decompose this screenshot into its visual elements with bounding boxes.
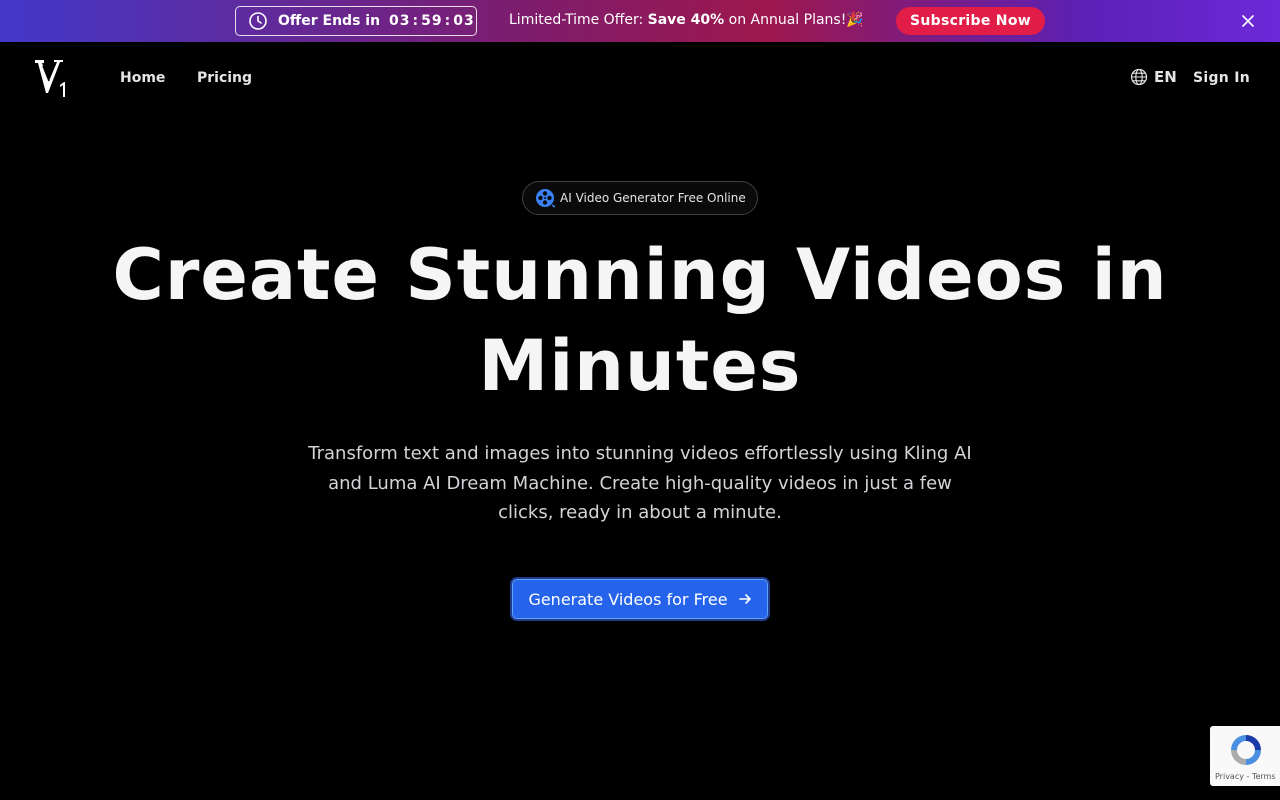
hero-title: Create Stunning Videos in Minutes [60, 230, 1220, 412]
clock-icon [248, 11, 268, 31]
offer-label: Offer Ends in [278, 13, 381, 29]
countdown-timer: 03 : 59 : 03 [389, 13, 475, 29]
subscribe-button[interactable]: Subscribe Now [896, 7, 1045, 35]
timer-seconds: 03 [453, 13, 475, 29]
promo-prefix: Limited-Time Offer: [509, 12, 648, 28]
generate-videos-button[interactable]: Generate Videos for Free [510, 577, 770, 621]
promo-discount: Save 40% [647, 12, 725, 28]
recaptcha-badge[interactable]: Privacy - Terms [1210, 726, 1280, 786]
language-label: EN [1154, 68, 1177, 86]
nav-home[interactable]: Home [120, 70, 165, 86]
recaptcha-icon [1228, 732, 1264, 768]
promo-banner: Offer Ends in 03 : 59 : 03 Limited-Time … [0, 0, 1280, 42]
arrow-right-icon [738, 592, 752, 606]
nav-pricing[interactable]: Pricing [197, 70, 252, 86]
timer-hours: 03 [389, 13, 411, 29]
hero-title-line2: Minutes [478, 325, 802, 407]
timer-separator: : [444, 13, 452, 29]
badge-text: AI Video Generator Free Online [560, 191, 746, 205]
promo-text: Limited-Time Offer: Save 40% on Annual P… [509, 12, 864, 28]
recaptcha-privacy-link[interactable]: Privacy [1215, 772, 1244, 781]
recaptcha-terms-link[interactable]: Terms [1252, 772, 1276, 781]
timer-minutes: 59 [421, 13, 443, 29]
hero-title-line1: Create Stunning Videos in [112, 234, 1168, 316]
timer-separator: : [412, 13, 420, 29]
promo-suffix: on Annual Plans!🎉 [724, 12, 864, 28]
language-selector[interactable]: EN [1130, 68, 1177, 86]
hero-badge: AI Video Generator Free Online [522, 181, 758, 215]
site-logo[interactable] [33, 57, 71, 99]
cta-label: Generate Videos for Free [528, 589, 728, 609]
close-icon[interactable] [1238, 11, 1258, 31]
film-reel-icon [535, 188, 555, 208]
offer-countdown: Offer Ends in 03 : 59 : 03 [235, 6, 477, 36]
sign-in-link[interactable]: Sign In [1193, 70, 1250, 86]
recaptcha-links: Privacy - Terms [1215, 772, 1276, 781]
hero-description: Transform text and images into stunning … [308, 443, 972, 523]
globe-icon [1130, 68, 1148, 86]
